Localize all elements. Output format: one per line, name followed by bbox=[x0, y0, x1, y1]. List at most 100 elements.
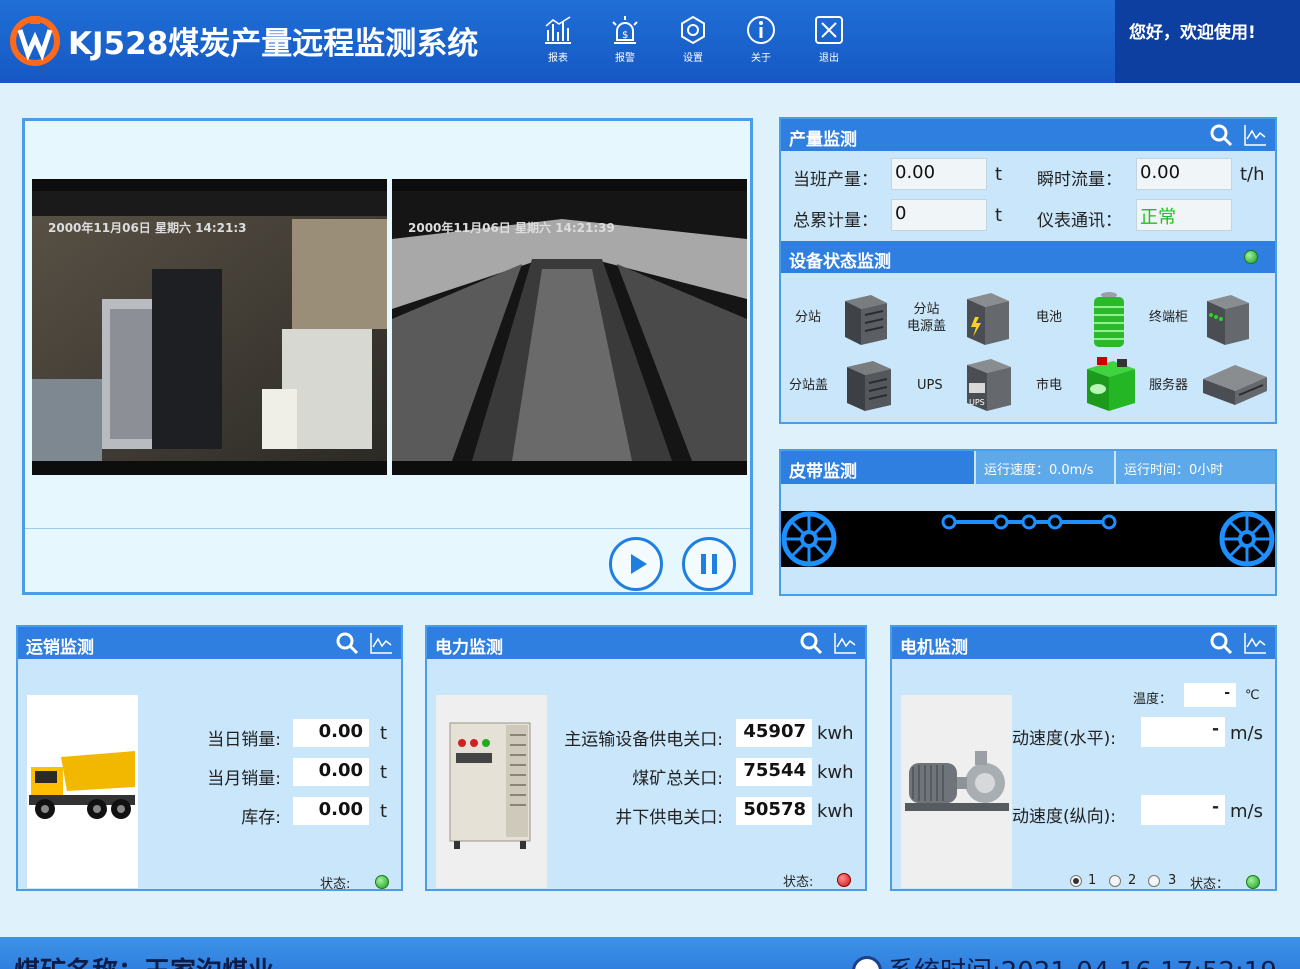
svg-text:UPS: UPS bbox=[969, 398, 985, 407]
shift-output-field: 0.00 bbox=[891, 158, 987, 190]
toolbar-settings-button[interactable]: 设置 bbox=[666, 14, 720, 70]
svg-text:$: $ bbox=[622, 30, 628, 41]
inventory-label: 库存: bbox=[241, 808, 281, 828]
motor-title: 电机监测 bbox=[900, 638, 968, 658]
camera-2-timestamp: 2000年11月06日 星期六 14:21:39 bbox=[408, 221, 615, 235]
search-icon[interactable] bbox=[1209, 631, 1233, 655]
production-title-text: 产量监测 bbox=[789, 130, 857, 150]
motor-panel: 电机监测 温度： - ℃ 动速度(水平): - m/s 动速度(纵向): - m… bbox=[890, 625, 1277, 892]
video-panel: 2000年11月06日 星期六 14:21:3 2000年11月06日 星期六 … bbox=[22, 118, 753, 595]
trend-chart-icon[interactable] bbox=[369, 631, 393, 655]
device-status-title: 设备状态监测 bbox=[789, 252, 891, 272]
belt-rollers bbox=[941, 514, 1117, 530]
power-state-label: 状态: bbox=[783, 875, 814, 890]
shift-output-unit: t bbox=[995, 164, 1003, 185]
clock-icon bbox=[852, 956, 882, 969]
search-icon[interactable] bbox=[335, 631, 359, 655]
monthly-sales-label: 当月销量: bbox=[207, 769, 281, 789]
sales-header: 运销监测 bbox=[18, 627, 401, 659]
pause-button[interactable] bbox=[682, 537, 736, 591]
toolbar-about-label: 关于 bbox=[751, 53, 771, 64]
shift-output-label: 当班产量： bbox=[793, 170, 878, 190]
sales-title: 运销监测 bbox=[26, 638, 94, 658]
motor-speed-h-value: - bbox=[1141, 717, 1225, 747]
search-icon[interactable] bbox=[799, 631, 823, 655]
motor-option-1-radio[interactable] bbox=[1070, 875, 1082, 887]
power-header: 电力监测 bbox=[427, 627, 865, 659]
total-label: 总累计量： bbox=[793, 211, 878, 231]
production-title: 产量监测 bbox=[781, 119, 1275, 151]
power-title: 电力监测 bbox=[435, 638, 503, 658]
monthly-sales-unit: t bbox=[380, 762, 388, 783]
device-label-terminal-cabinet: 终端柜 bbox=[1149, 310, 1189, 325]
main-transport-unit: kwh bbox=[817, 723, 854, 744]
play-icon bbox=[631, 554, 647, 574]
power-panel: 电力监测 主运输设备供电关口: 45907 kwh 煤矿总关口: 75544 k… bbox=[425, 625, 867, 891]
substation-cover-icon bbox=[847, 361, 891, 411]
mine-total-value: 75544 bbox=[736, 758, 812, 786]
daily-sales-value: 0.00 bbox=[293, 719, 369, 747]
device-label-server: 服务器 bbox=[1149, 378, 1189, 393]
dump-truck-image bbox=[27, 695, 138, 888]
device-label-substation-power-text: 分站 电源盖 bbox=[907, 302, 947, 334]
search-icon[interactable] bbox=[1209, 123, 1233, 147]
left-pulley-icon bbox=[781, 511, 837, 567]
toolbar-alarm-button[interactable]: $ 报警 bbox=[598, 14, 652, 70]
ups-icon: UPS bbox=[967, 359, 1011, 411]
total-unit: t bbox=[995, 205, 1003, 226]
monthly-sales-value: 0.00 bbox=[293, 758, 369, 786]
conveyor-graphic bbox=[781, 511, 1275, 567]
comm-status-field: 正常 bbox=[1136, 199, 1232, 231]
device-label-substation-power: 分站 电源盖 bbox=[907, 301, 946, 335]
alarm-icon: $ bbox=[612, 16, 638, 44]
welcome-text: 您好，欢迎使用! bbox=[1129, 23, 1256, 43]
device-label-substation-cover: 分站盖 bbox=[789, 378, 829, 393]
substation-icon bbox=[845, 295, 887, 345]
play-button[interactable] bbox=[609, 537, 663, 591]
motor-speed-v-value: - bbox=[1141, 795, 1225, 825]
camera-feed-2[interactable]: 2000年11月06日 星期六 14:21:39 bbox=[392, 179, 747, 475]
motor-option-2-label: 2 bbox=[1128, 873, 1137, 888]
app-header: KJ528煤炭产量远程监测系统 报表 $ 报警 设置 关于 退出 您好，欢迎使用… bbox=[0, 0, 1300, 83]
trend-chart-icon[interactable] bbox=[1243, 631, 1267, 655]
server-icon bbox=[1203, 365, 1267, 405]
camera-feed-1[interactable]: 2000年11月06日 星期六 14:21:3 bbox=[32, 179, 387, 475]
truck-icon bbox=[29, 751, 135, 819]
motor-state-label: 状态： bbox=[1190, 877, 1230, 892]
daily-sales-unit: t bbox=[380, 723, 388, 744]
toolbar-exit-label: 退出 bbox=[819, 53, 839, 64]
device-label-mains: 市电 bbox=[1036, 378, 1063, 393]
device-label-ups: UPS bbox=[917, 378, 943, 393]
company-logo bbox=[10, 16, 60, 66]
sales-state-indicator bbox=[375, 875, 389, 889]
system-time: 系统时间:2021-04-16 17:52:19 bbox=[888, 951, 1277, 969]
info-icon bbox=[747, 16, 775, 44]
underground-unit: kwh bbox=[817, 801, 854, 822]
motor-header: 电机监测 bbox=[892, 627, 1275, 659]
motor-speed-h-unit: m/s bbox=[1230, 723, 1263, 744]
motor-option-3-radio[interactable] bbox=[1148, 875, 1160, 887]
belt-runtime: 运行时间：0小时 bbox=[1116, 451, 1275, 484]
pause-icon bbox=[701, 554, 717, 574]
mine-total-unit: kwh bbox=[817, 762, 854, 783]
total-field: 0 bbox=[891, 199, 987, 231]
mine-name: 煤矿名称：王家沟煤业 bbox=[14, 951, 274, 969]
motor-option-2-radio[interactable] bbox=[1109, 875, 1121, 887]
motor-option-3-label: 3 bbox=[1168, 873, 1177, 888]
belt-title: 皮带监测 bbox=[781, 451, 974, 484]
toolbar-about-button[interactable]: 关于 bbox=[734, 14, 788, 70]
toolbar-exit-button[interactable]: 退出 bbox=[802, 14, 856, 70]
sales-panel: 运销监测 当日销量: 0.00 t 当月销量: 0.00 t 库存: 0.00 … bbox=[16, 625, 403, 892]
terminal-cabinet-icon bbox=[1207, 295, 1249, 345]
substation-power-icon bbox=[967, 293, 1009, 345]
trend-chart-icon[interactable] bbox=[1243, 123, 1267, 147]
motor-temp-unit: ℃ bbox=[1245, 688, 1260, 703]
flow-field[interactable]: 0.00 bbox=[1136, 158, 1232, 190]
motor-pump-icon bbox=[905, 751, 1009, 811]
flow-unit: t/h bbox=[1240, 164, 1265, 185]
toolbar-report-button[interactable]: 报表 bbox=[531, 14, 585, 70]
trend-chart-icon[interactable] bbox=[833, 631, 857, 655]
device-label-battery: 电池 bbox=[1036, 310, 1063, 325]
mains-power-icon bbox=[1087, 357, 1135, 411]
sales-state-label: 状态: bbox=[320, 877, 351, 892]
